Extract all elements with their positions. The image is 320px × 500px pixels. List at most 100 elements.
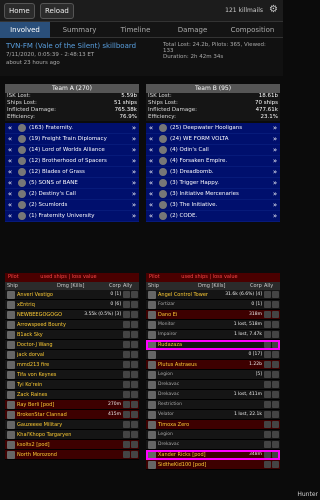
pilot-row[interactable]: Arrowspeed Bounty [5,320,139,330]
pilot-row[interactable]: North Morozond [5,450,139,460]
pilot-row[interactable]: Monitor 1 lost, 518m [146,320,280,330]
corp-icon[interactable] [264,451,271,458]
chevron-left-icon[interactable]: « [146,190,156,198]
pilot-name[interactable]: xEntriq [17,300,110,310]
corp-icon[interactable] [123,311,130,318]
chevron-right-icon[interactable]: » [129,190,139,198]
alliance-icon[interactable] [272,391,279,398]
chevron-right-icon[interactable]: » [129,179,139,187]
alliance-icon[interactable] [131,331,138,338]
corp-icon[interactable] [123,291,130,298]
chevron-left-icon[interactable]: « [5,135,15,143]
home-button[interactable]: Home [4,3,35,19]
alliance-icon[interactable] [272,301,279,308]
chevron-left-icon[interactable]: « [5,168,15,176]
ship-icon[interactable] [148,370,156,379]
chevron-left-icon[interactable]: « [146,135,156,143]
pilot-name[interactable]: Legion [158,430,262,440]
pilot-row[interactable]: Ray Berli [pod] 270m [5,400,139,410]
pilot-name[interactable]: Impairor [158,330,234,340]
ship-icon[interactable] [148,430,156,439]
ship-icon[interactable] [7,340,15,349]
pilot-name[interactable]: SidtheKid100 [pod] [158,460,262,470]
corp-icon[interactable] [123,351,130,358]
ship-icon[interactable] [148,440,156,449]
corp-icon[interactable] [264,321,271,328]
alliance-row[interactable]: « (24) WE FORM VOLTA» [146,134,280,145]
chevron-left-icon[interactable]: « [5,201,15,209]
corp-icon[interactable] [264,431,271,438]
ship-icon[interactable] [148,420,156,429]
pilot-row[interactable]: SidtheKid100 [pod] [146,460,280,470]
alliance-icon[interactable] [272,371,279,378]
pilot-name[interactable]: ksolts2 [pod] [17,440,121,450]
corp-icon[interactable] [123,441,130,448]
alliance-row[interactable]: « (163) Fraternity.» [5,123,139,134]
alliance-icon[interactable] [131,361,138,368]
chevron-right-icon[interactable]: » [270,190,280,198]
alliance-icon[interactable] [272,311,279,318]
chevron-left-icon[interactable]: « [5,146,15,154]
battle-title[interactable]: TVN-FM (Vale of the Silent) skillboard [6,42,136,50]
chevron-right-icon[interactable]: » [270,201,280,209]
alliance-name[interactable]: (19) Freight Train Diplomacy [29,136,129,142]
ship-icon[interactable] [7,420,15,429]
alliance-row[interactable]: « (19) Freight Train Diplomacy» [5,134,139,145]
corp-icon[interactable] [123,401,130,408]
pilot-name[interactable]: Drekavac [158,390,234,400]
ship-icon[interactable] [148,290,156,299]
corp-icon[interactable] [123,421,130,428]
ship-icon[interactable] [7,300,15,309]
alliance-name[interactable]: (3) Dreadbomb. [170,169,270,175]
alliance-icon[interactable] [272,321,279,328]
alliance-name[interactable]: (3) Trigger Happy. [170,180,270,186]
alliance-row[interactable]: « (3) The Initiative.» [146,200,280,211]
pilot-row[interactable]: B1ack Sky [5,330,139,340]
pilot-row[interactable]: Restriction [146,400,280,410]
alliance-icon[interactable] [272,401,279,408]
pilot-name[interactable]: Plutus Astraeus [158,360,249,370]
alliance-name[interactable]: (12) Blades of Grass [29,169,129,175]
ship-icon[interactable] [148,330,156,339]
alliance-row[interactable]: « (3) Initiative Mercenaries» [146,189,280,200]
pilot-row[interactable]: Plutus Astraeus 1.22b [146,360,280,370]
pilot-row[interactable]: Drekavac [146,440,280,450]
reload-button[interactable]: Reload [40,3,74,19]
corp-icon[interactable] [264,391,271,398]
alliance-icon[interactable] [272,461,279,468]
chevron-left-icon[interactable]: « [146,201,156,209]
pilot-row[interactable]: Zack Raines [5,390,139,400]
pilot-name[interactable]: Angel Control Tower [158,290,225,300]
corp-icon[interactable] [264,421,271,428]
pilot-row[interactable]: Fortizar 0 [1] [146,300,280,310]
corp-icon[interactable] [123,381,130,388]
alliance-name[interactable]: (2) Destiny's Call [29,191,129,197]
tab-timeline[interactable]: Timeline [108,22,163,38]
corp-icon[interactable] [264,381,271,388]
corp-icon[interactable] [264,341,271,348]
pilot-name[interactable]: Gauzeeee Military [17,420,121,430]
corp-icon[interactable] [123,411,130,418]
alliance-icon[interactable] [131,371,138,378]
pilot-row[interactable]: mmd213 fire [5,360,139,370]
pilot-row[interactable]: NEWBEEGOGOGO 3.55k (0.5%) [3] [5,310,139,320]
alliance-icon[interactable] [272,451,279,458]
chevron-left-icon[interactable]: « [146,168,156,176]
ship-icon[interactable] [148,450,156,459]
alliance-name[interactable]: (4) Odin's Call [170,147,270,153]
tab-summary[interactable]: Summary [52,22,107,38]
pilot-row[interactable]: BrokenStar Clannad 415m [5,410,139,420]
ship-icon[interactable] [148,460,156,469]
alliance-row[interactable]: « (4) Forsaken Empire.» [146,156,280,167]
chevron-right-icon[interactable]: » [129,157,139,165]
corp-icon[interactable] [123,361,130,368]
ship-icon[interactable] [148,340,156,349]
pilot-name[interactable]: Monitor [158,320,234,330]
alliance-name[interactable]: (4) Forsaken Empire. [170,158,270,164]
chevron-right-icon[interactable]: » [270,212,280,220]
corp-icon[interactable] [264,371,271,378]
ship-icon[interactable] [7,390,15,399]
pilot-row[interactable]: ksolts2 [pod] [5,440,139,450]
corp-icon[interactable] [123,371,130,378]
pilot-name[interactable]: Restriction [158,400,262,410]
